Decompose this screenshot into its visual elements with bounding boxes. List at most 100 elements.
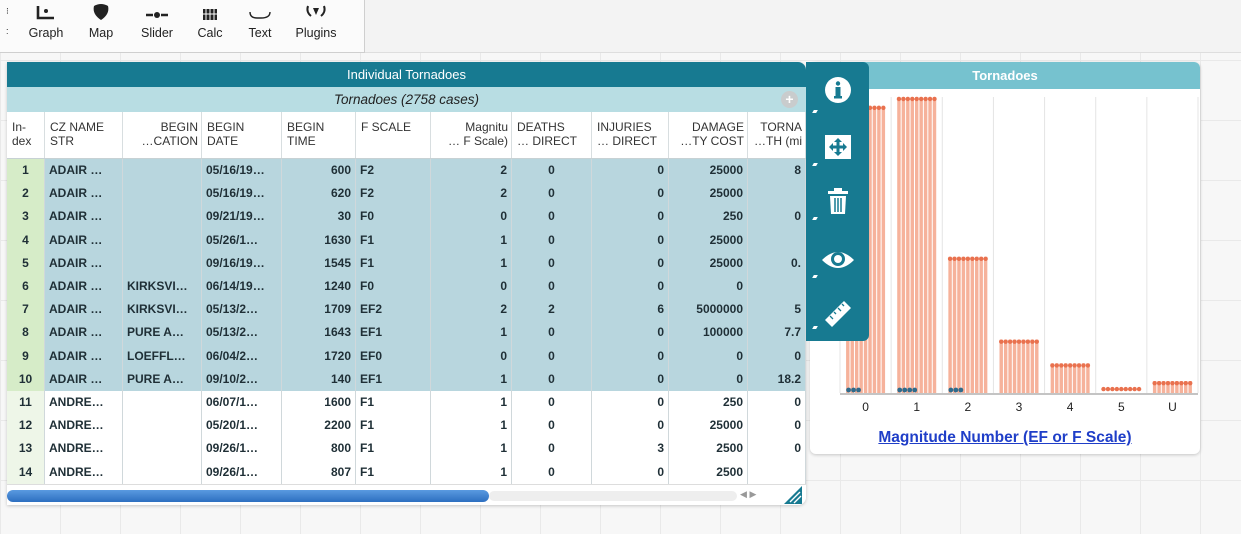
table-cell[interactable]: 1240: [282, 275, 356, 299]
case-dot[interactable]: [1025, 339, 1031, 344]
table-cell[interactable]: 1709: [282, 298, 356, 322]
table-cell[interactable]: EF2: [356, 298, 431, 322]
table-cell[interactable]: 0: [512, 321, 592, 345]
table-cell[interactable]: 06/14/19…: [202, 275, 282, 299]
case-dot[interactable]: [1123, 386, 1128, 392]
table-cell[interactable]: 0: [512, 391, 592, 415]
case-dot[interactable]: [978, 256, 984, 262]
column-header[interactable]: BEGIN DATE: [202, 112, 282, 158]
row-index[interactable]: 11: [7, 391, 45, 415]
table-cell[interactable]: 0: [431, 344, 512, 368]
table-cell[interactable]: F1: [356, 414, 431, 438]
table-row[interactable]: 1 ADAIR … 05/16/19… 600 F2 2 0 0 25000 8: [7, 159, 806, 184]
table-cell[interactable]: 0: [512, 414, 592, 438]
case-dot[interactable]: [965, 256, 971, 262]
table-cell[interactable]: 1: [431, 437, 512, 461]
scrollbar-thumb[interactable]: [7, 490, 489, 502]
case-dot[interactable]: [956, 256, 962, 262]
table-cell[interactable]: 0: [592, 321, 669, 345]
table-cell[interactable]: 0: [512, 437, 592, 461]
case-dot[interactable]: [983, 256, 988, 262]
table-cell[interactable]: 0: [512, 205, 592, 229]
table-cell[interactable]: 25000: [669, 182, 748, 206]
table-cell[interactable]: 0: [512, 159, 592, 183]
table-cell[interactable]: [748, 182, 806, 206]
case-dot[interactable]: [1072, 363, 1077, 368]
selected-case-dot[interactable]: [897, 387, 903, 393]
case-dot[interactable]: [1016, 339, 1022, 344]
add-attribute-icon[interactable]: +: [781, 91, 798, 108]
table-cell[interactable]: 25000: [669, 159, 748, 183]
dot-column[interactable]: [961, 256, 966, 393]
case-dot[interactable]: [1034, 339, 1039, 344]
table-cell[interactable]: 600: [282, 159, 356, 183]
dot-column[interactable]: [1068, 363, 1072, 393]
table-cell[interactable]: 30: [282, 205, 356, 229]
table-cell[interactable]: 18.2: [748, 367, 806, 391]
case-dot[interactable]: [923, 96, 928, 102]
x-axis-label[interactable]: Magnitude Number (EF or F Scale): [810, 429, 1200, 447]
table-cell[interactable]: 0: [512, 367, 592, 391]
table-cell[interactable]: 0: [592, 251, 669, 275]
toolbar-map-button[interactable]: Map: [80, 0, 122, 52]
table-cell[interactable]: EF0: [356, 344, 431, 368]
column-header[interactable]: Magnitu… F Scale): [431, 112, 512, 158]
table-cell[interactable]: ANDRE…: [45, 437, 123, 461]
dot-column[interactable]: [1035, 339, 1039, 393]
row-index[interactable]: 3: [7, 205, 45, 229]
dot-column[interactable]: [1059, 363, 1063, 393]
toolbar-calc-button[interactable]: Calc: [190, 0, 230, 52]
selected-case-dot[interactable]: [851, 387, 856, 393]
table-cell[interactable]: 1: [431, 414, 512, 438]
selected-case-dot[interactable]: [856, 387, 861, 393]
toolbar-overflow-left[interactable]: ⁝ :: [2, 0, 12, 52]
selected-case-dot[interactable]: [953, 387, 959, 393]
table-row[interactable]: 9 ADAIR … LOEFFL… 06/04/2… 1720 EF0 0 0 0 0 0: [7, 344, 806, 369]
table-row[interactable]: 4 ADAIR … 05/26/1… 1630 F1 1 0 0 25000: [7, 228, 806, 253]
dot-column[interactable]: [897, 97, 901, 393]
table-cell[interactable]: 5000000: [669, 298, 748, 322]
dot-column[interactable]: [1086, 363, 1090, 393]
case-dot[interactable]: [1007, 339, 1013, 344]
column-header[interactable]: DEATHS… DIRECT: [512, 112, 592, 158]
table-cell[interactable]: 0: [431, 275, 512, 299]
table-row[interactable]: 5 ADAIR … 09/16/19… 1545 F1 1 0 0 25000 0.: [7, 251, 806, 276]
table-cell[interactable]: 0: [748, 205, 806, 229]
dot-column[interactable]: [1050, 363, 1055, 393]
table-cell[interactable]: 3: [592, 437, 669, 461]
case-dot[interactable]: [1003, 339, 1008, 344]
table-cell[interactable]: ANDRE…: [45, 414, 123, 438]
table-cell[interactable]: [748, 460, 806, 484]
table-cell[interactable]: 7.7: [748, 321, 806, 345]
case-dot[interactable]: [1156, 380, 1162, 386]
table-cell[interactable]: 0: [512, 460, 592, 484]
table-cell[interactable]: [748, 275, 806, 299]
dot-stack-2[interactable]: [947, 256, 988, 393]
scrollbar-track[interactable]: [489, 491, 737, 501]
table-cell[interactable]: F1: [356, 391, 431, 415]
dot-column[interactable]: [975, 256, 979, 393]
table-cell[interactable]: 1: [431, 228, 512, 252]
table-cell[interactable]: 0: [669, 367, 748, 391]
selected-case-dot[interactable]: [846, 387, 851, 393]
table-cell[interactable]: 2: [431, 182, 512, 206]
dot-column[interactable]: [901, 97, 906, 393]
dot-column[interactable]: [948, 256, 952, 393]
table-cell[interactable]: ADAIR …: [45, 321, 123, 345]
table-cell[interactable]: 09/26/1…: [202, 460, 282, 484]
table-cell[interactable]: [123, 205, 202, 229]
dot-column[interactable]: [966, 256, 970, 393]
table-cell[interactable]: F1: [356, 437, 431, 461]
table-cell[interactable]: 620: [282, 182, 356, 206]
table-body[interactable]: 1 ADAIR … 05/16/19… 600 F2 2 0 0 25000 8 2 ADAIR … 0…: [7, 159, 806, 484]
table-cell[interactable]: ADAIR …: [45, 298, 123, 322]
case-dot[interactable]: [1050, 363, 1055, 368]
column-header[interactable]: F SCALE: [356, 112, 431, 158]
scroll-right-arrow-icon[interactable]: ▶: [749, 489, 756, 499]
table-cell[interactable]: 8: [748, 159, 806, 183]
table-cell[interactable]: [123, 437, 202, 461]
case-dot[interactable]: [896, 96, 902, 102]
table-cell[interactable]: 0: [748, 344, 806, 368]
table-row[interactable]: 11 ANDRE… 06/07/1… 1600 F1 1 0 0 250 0: [7, 391, 806, 416]
table-cell[interactable]: 2500: [669, 437, 748, 461]
